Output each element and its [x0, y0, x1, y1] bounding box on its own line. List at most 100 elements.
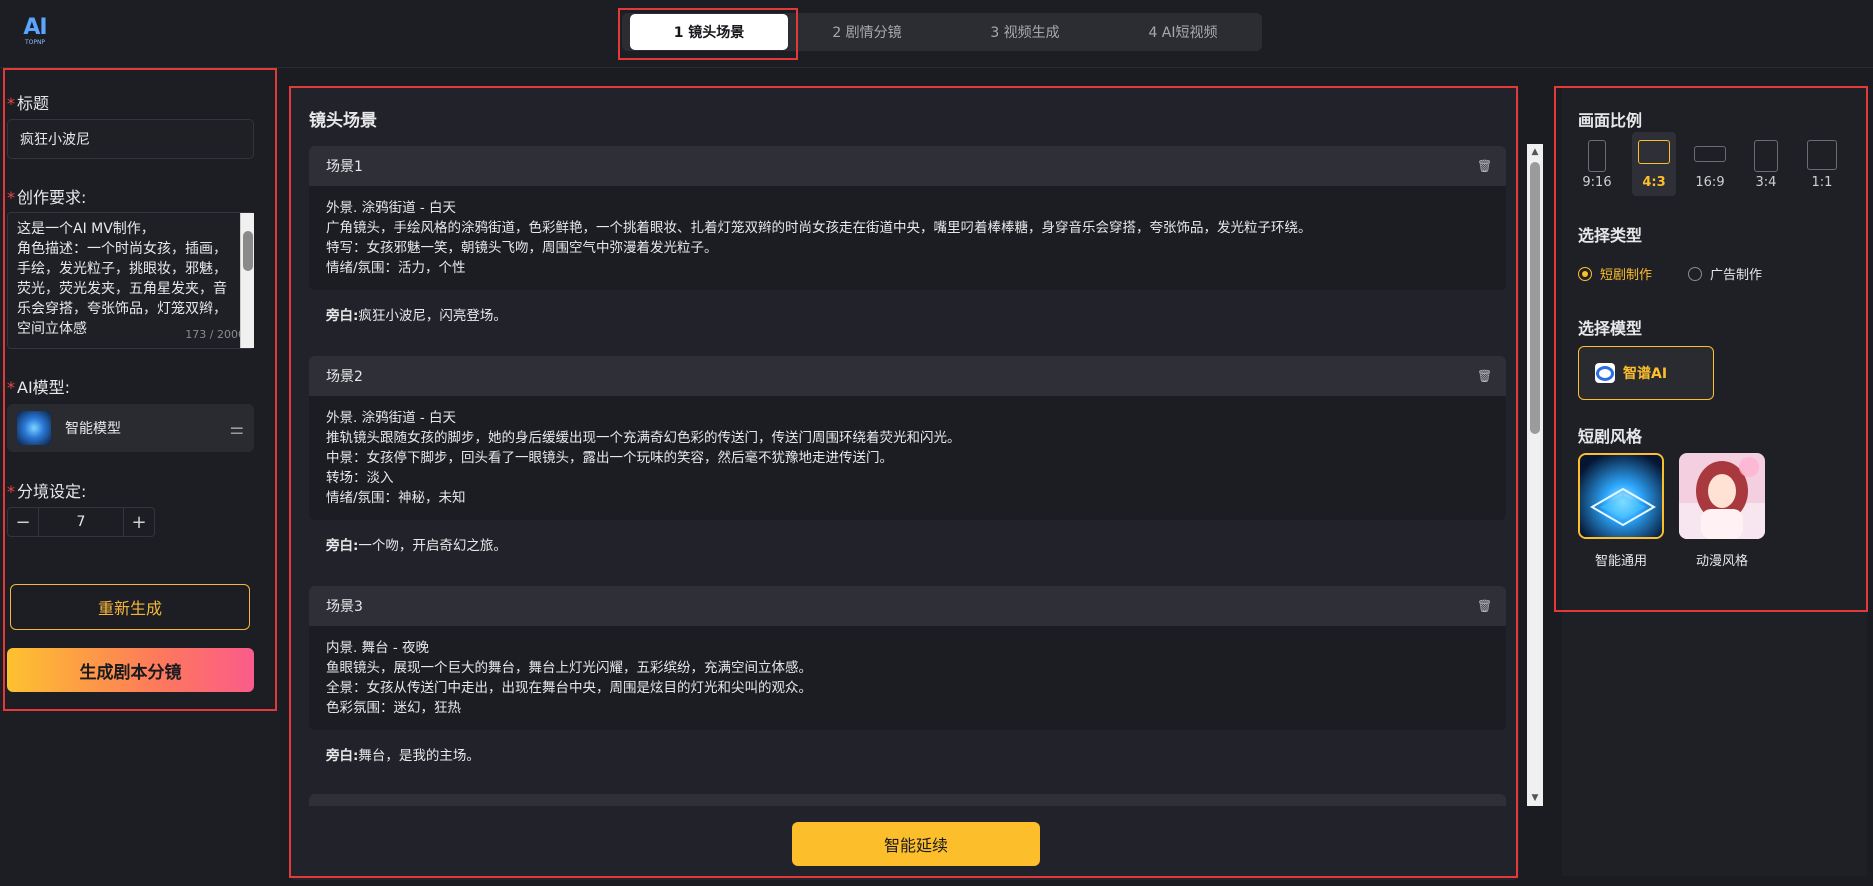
- requirement-textarea[interactable]: 这是一个AI MV制作， 角色描述：一个时尚女孩，插画，手绘，发光粒子，挑眼妆，…: [7, 212, 254, 349]
- ai-model-select[interactable]: 智能模型 ⚌: [7, 404, 254, 452]
- scene-setting-label: * 分境设定:: [7, 482, 87, 501]
- scroll-down-arrow[interactable]: ▼: [1530, 792, 1540, 804]
- model-name: 智能模型: [65, 421, 121, 437]
- logo-subtext: TOPNP: [24, 39, 46, 46]
- scene-name: 场景3: [326, 599, 363, 615]
- logo-text: AI: [23, 15, 47, 40]
- app-root: AI TOPNP 1 镜头场景 2 剧情分镜 3 视频生成 4 AI短视频 * 标…: [0, 0, 1873, 886]
- requirement-label: * 创作要求:: [7, 188, 87, 207]
- increment-button[interactable]: +: [124, 508, 154, 536]
- title-input[interactable]: 疯狂小波尼: [7, 119, 254, 159]
- ratio-label: 9:16: [1582, 175, 1612, 190]
- scroll-up-arrow[interactable]: ▲: [1530, 146, 1540, 158]
- scene-line: 情绪/氛围：神秘，未知: [326, 490, 466, 506]
- radio-dot: [1578, 266, 1592, 281]
- app-logo: AI TOPNP: [18, 12, 52, 52]
- scene-name: 场景2: [326, 369, 363, 385]
- scene-line: 推轨镜头跟随女孩的脚步，她的身后缓缓出现一个充满奇幻色彩的传送门，传送门周围环绕…: [326, 430, 961, 446]
- narration-text: 舞台，是我的主场。: [358, 748, 480, 764]
- style-card-general[interactable]: [1578, 453, 1664, 539]
- char-count: 173 / 2000: [185, 328, 245, 341]
- regenerate-button[interactable]: 重新生成: [10, 584, 250, 630]
- ratio-option-1-1[interactable]: 1:1: [1800, 132, 1844, 196]
- radio-short-drama[interactable]: 短剧制作: [1578, 264, 1652, 283]
- model-zhipu-button[interactable]: 智谱AI: [1578, 346, 1714, 400]
- scene-count-value[interactable]: 7: [38, 508, 124, 536]
- style-image-general: [1580, 455, 1662, 537]
- tab-step-3[interactable]: 3 视频生成: [946, 14, 1104, 50]
- scene-line: 外景. 涂鸦街道 - 白天: [326, 410, 457, 426]
- tab-step-1[interactable]: 1 镜头场景: [630, 14, 788, 50]
- ratio-shape: [1694, 146, 1726, 162]
- ai-model-label: * AI模型:: [7, 378, 71, 397]
- narration-label: 旁白:: [326, 538, 359, 554]
- scene-card-header: 场景1 🗑: [309, 146, 1506, 186]
- ratio-label: 4:3: [1642, 175, 1666, 190]
- ratio-shape: [1638, 140, 1670, 164]
- scene-description: 外景. 涂鸦街道 - 白天 广角镜头，手绘风格的涂鸦街道，色彩鲜艳，一个挑着眼妆…: [309, 186, 1506, 290]
- scene-description: 外景. 涂鸦街道 - 白天 推轨镜头跟随女孩的脚步，她的身后缓缓出现一个充满奇幻…: [309, 396, 1506, 520]
- scene-line: 特写：女孩邪魅一笑，朝镜头飞吻，周围空气中弥漫着发光粒子。: [326, 240, 718, 256]
- scene-line: 情绪/氛围：活力，个性: [326, 260, 466, 276]
- radio-advertisement[interactable]: 广告制作: [1688, 264, 1762, 283]
- model-avatar: [17, 411, 51, 445]
- narration-text: 一个吻，开启奇幻之旅。: [358, 538, 507, 554]
- scene-panel-title: 镜头场景: [309, 111, 377, 131]
- radio-label: 广告制作: [1710, 268, 1763, 283]
- settings-sliders-icon[interactable]: ⚌: [230, 419, 244, 438]
- narration-label: 旁白:: [326, 748, 359, 764]
- radio-label: 短剧制作: [1600, 268, 1653, 283]
- scene-line: 中景：女孩停下脚步，回头看了一眼镜头，露出一个玩味的笑容，然后毫不犹豫地走进传送…: [326, 450, 893, 466]
- title-label: * 标题: [7, 94, 50, 113]
- style-label-general: 智能通用: [1594, 554, 1647, 569]
- scene-line: 转场：淡入: [326, 470, 394, 486]
- generate-script-button[interactable]: 生成剧本分镜: [7, 648, 254, 692]
- textarea-scrollbar-thumb[interactable]: [243, 231, 253, 271]
- model-title: 选择模型: [1578, 319, 1643, 338]
- title-input-value: 疯狂小波尼: [20, 132, 90, 148]
- scene-narration: 旁白:疯狂小波尼，闪亮登场。: [309, 290, 1506, 338]
- tab-step-4[interactable]: 4 AI短视频: [1104, 14, 1262, 50]
- smart-extend-button[interactable]: 智能延续: [792, 822, 1040, 866]
- scene-card-peek: [309, 794, 1506, 806]
- scene-line: 全景：女孩从传送门中走出，出现在舞台中央，周围是炫目的灯光和尖叫的观众。: [326, 680, 812, 696]
- scene-line: 内景. 舞台 - 夜晚: [326, 640, 430, 656]
- scene-name: 场景1: [326, 159, 363, 175]
- scene-list-scrollbar-thumb[interactable]: [1530, 162, 1540, 434]
- style-card-anime[interactable]: [1679, 453, 1765, 539]
- narration-label: 旁白:: [326, 308, 359, 324]
- trash-icon[interactable]: 🗑: [1477, 159, 1492, 173]
- style-image-anime: [1679, 453, 1765, 539]
- trash-icon[interactable]: 🗑: [1477, 369, 1492, 383]
- ratio-option-3-4[interactable]: 3:4: [1744, 132, 1788, 196]
- style-title: 短剧风格: [1578, 427, 1643, 446]
- scene-card-header: 场景3 🗑: [309, 586, 1506, 626]
- zhipu-logo-icon: [1595, 363, 1615, 383]
- textarea-scrollbar[interactable]: [240, 213, 254, 348]
- ratio-option-4-3[interactable]: 4:3: [1632, 132, 1676, 196]
- ratio-shape: [1754, 140, 1778, 172]
- style-label-anime: 动漫风格: [1695, 554, 1748, 569]
- scene-line: 外景. 涂鸦街道 - 白天: [326, 200, 457, 216]
- scene-list-scrollbar[interactable]: ▲ ▼: [1527, 144, 1543, 806]
- scene-line: 广角镜头，手绘风格的涂鸦街道，色彩鲜艳，一个挑着眼妆、扎着灯笼双辫的时尚女孩走在…: [326, 220, 1312, 236]
- scene-card-header: 场景2 🗑: [309, 356, 1506, 396]
- top-bar: AI TOPNP 1 镜头场景 2 剧情分镜 3 视频生成 4 AI短视频: [0, 0, 1873, 68]
- ratio-option-9-16[interactable]: 9:16: [1575, 132, 1619, 196]
- scene-line: 色彩氛围：迷幻，狂热: [326, 700, 461, 716]
- type-title: 选择类型: [1578, 226, 1643, 245]
- ratio-label: 1:1: [1811, 175, 1833, 190]
- scene-line: 鱼眼镜头，展现一个巨大的舞台，舞台上灯光闪耀，五彩缤纷，充满空间立体感。: [326, 660, 812, 676]
- ratio-option-16-9[interactable]: 16:9: [1688, 132, 1732, 196]
- tab-step-2[interactable]: 2 剧情分镜: [788, 14, 946, 50]
- scene-description: 内景. 舞台 - 夜晚 鱼眼镜头，展现一个巨大的舞台，舞台上灯光闪耀，五彩缤纷，…: [309, 626, 1506, 730]
- scene-count-stepper: − 7 +: [7, 507, 155, 537]
- scene-card: 场景1 🗑 外景. 涂鸦街道 - 白天 广角镜头，手绘风格的涂鸦街道，色彩鲜艳，…: [309, 146, 1506, 338]
- step-tabs: 1 镜头场景 2 剧情分镜 3 视频生成 4 AI短视频: [622, 13, 1262, 51]
- ratio-title: 画面比例: [1578, 111, 1643, 130]
- ratio-shape: [1807, 140, 1837, 170]
- decrement-button[interactable]: −: [8, 508, 38, 536]
- ratio-label: 3:4: [1755, 175, 1777, 190]
- trash-icon[interactable]: 🗑: [1477, 599, 1492, 613]
- scene-narration: 旁白:舞台，是我的主场。: [309, 730, 1506, 778]
